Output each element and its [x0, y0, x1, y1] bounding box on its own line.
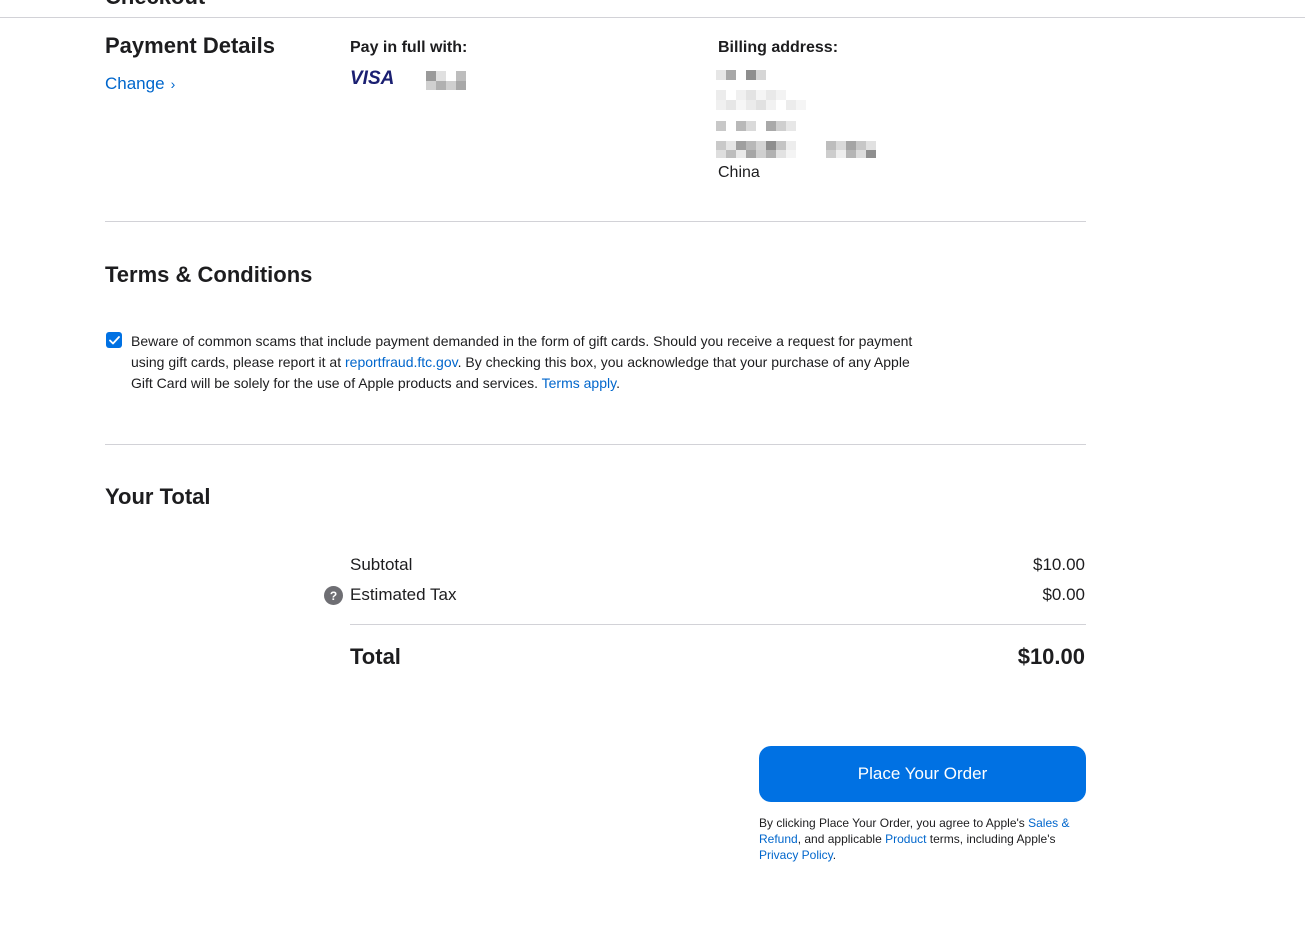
question-icon[interactable]: ? [324, 586, 343, 605]
change-payment-link[interactable]: Change › [105, 74, 175, 94]
your-total-heading: Your Total [105, 484, 211, 509]
place-order-button[interactable]: Place Your Order [759, 746, 1086, 802]
masked-billing-line-3 [716, 121, 796, 131]
total-divider [350, 624, 1086, 625]
page-title: Checkout [105, 0, 205, 10]
masked-billing-line-2 [716, 90, 806, 110]
terms-text: Beware of common scams that include paym… [131, 331, 931, 394]
visa-icon-text: VISA [350, 68, 394, 87]
order-legal-text: By clicking Place Your Order, you agree … [759, 815, 1089, 863]
chevron-right-icon: › [170, 76, 176, 92]
total-label: Total [350, 644, 401, 669]
header-divider [0, 17, 1305, 18]
change-link-label: Change [105, 74, 165, 93]
terms-apply-link[interactable]: Terms apply [542, 375, 616, 391]
reportfraud-link[interactable]: reportfraud.ftc.gov [345, 354, 458, 370]
checkout-page: Checkout Payment Details Change › Pay in… [0, 0, 1305, 935]
masked-billing-line-1 [716, 70, 766, 80]
section-divider-payment [105, 221, 1086, 222]
checkmark-icon [108, 335, 120, 344]
terms-text-part-3: . [616, 375, 620, 391]
terms-heading: Terms & Conditions [105, 262, 313, 287]
pay-in-full-label: Pay in full with: [350, 39, 468, 56]
legal-part-3: terms, including Apple's [926, 832, 1056, 846]
subtotal-label: Subtotal [350, 555, 413, 574]
subtotal-value: $10.00 [1033, 555, 1085, 574]
estimated-tax-label: Estimated Tax [350, 585, 457, 604]
section-divider-terms [105, 444, 1086, 445]
privacy-policy-link[interactable]: Privacy Policy [759, 848, 833, 862]
legal-part-4: . [832, 848, 837, 862]
product-link[interactable]: Product [885, 832, 926, 846]
terms-checkbox[interactable] [106, 332, 122, 348]
payment-details-heading: Payment Details [105, 33, 275, 58]
billing-address-label: Billing address: [718, 39, 839, 56]
total-value: $10.00 [1017, 644, 1085, 669]
masked-billing-line-4 [716, 141, 876, 158]
billing-country: China [718, 164, 760, 181]
legal-part-1: By clicking Place Your Order, you agree … [759, 816, 1029, 830]
estimated-tax-value: $0.00 [1042, 585, 1085, 604]
legal-part-2: , and applicable [797, 832, 886, 846]
visa-icon: VISA [350, 68, 394, 87]
masked-card-number [426, 71, 466, 90]
